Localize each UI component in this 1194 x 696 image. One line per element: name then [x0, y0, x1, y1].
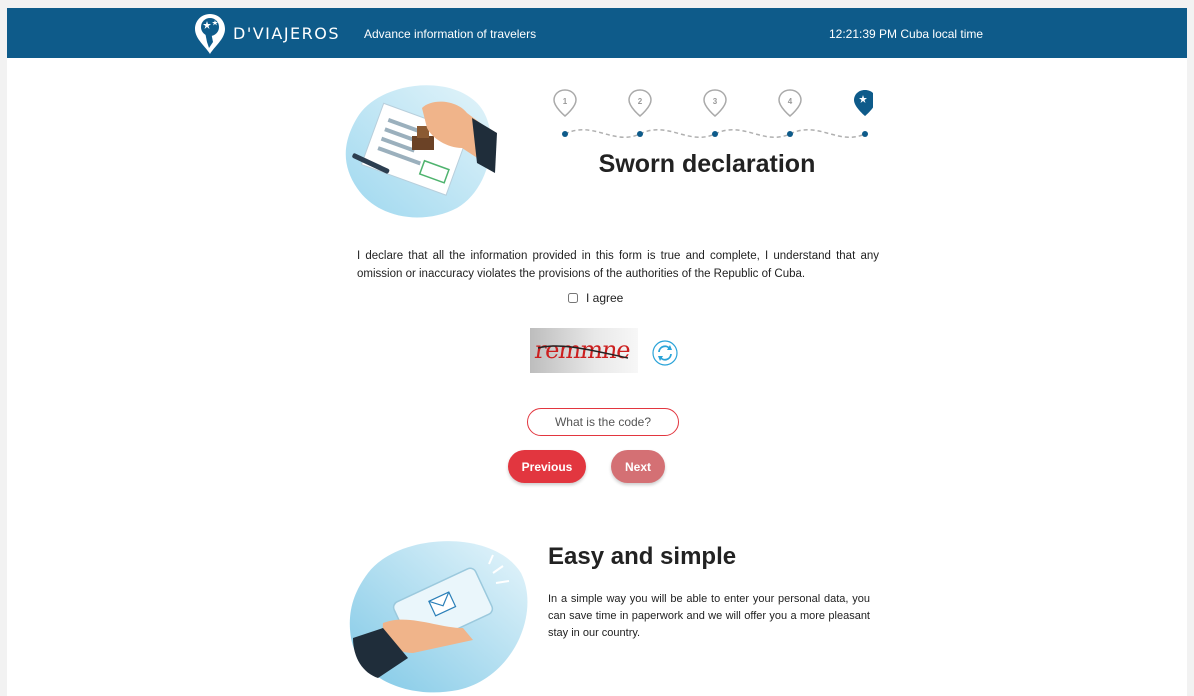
previous-button[interactable]: Previous [508, 450, 586, 483]
stamp-document-illustration [345, 85, 497, 218]
step-3-label: 3 [713, 97, 718, 106]
captcha-image: remmne [530, 328, 638, 373]
next-button[interactable]: Next [611, 450, 665, 483]
brand-name: D'VIAJEROS [233, 24, 341, 43]
captcha-code-input[interactable] [527, 408, 679, 436]
agree-checkbox-row[interactable]: I agree [568, 291, 623, 305]
step-1-label: 1 [563, 97, 568, 106]
agree-checkbox[interactable] [568, 293, 578, 303]
declaration-text: I declare that all the information provi… [357, 249, 879, 280]
page-title: Sworn declaration [598, 150, 816, 178]
page: D'VIAJEROS Advance information of travel… [7, 8, 1187, 696]
agree-label: I agree [586, 291, 624, 305]
captcha-text: remmne [533, 336, 632, 364]
top-header-bar: D'VIAJEROS Advance information of travel… [7, 8, 1187, 58]
step-2-label: 2 [638, 97, 643, 106]
traveler-star-icon [854, 90, 873, 137]
easy-section-title: Easy and simple [548, 543, 737, 570]
cuba-local-time-clock: 12:21:39 PM Cuba local time [829, 27, 984, 41]
header-tagline: Advance information of travelers [364, 27, 537, 41]
dviajeros-logo-icon[interactable] [193, 12, 227, 56]
easy-section-text: In a simple way you will be able to ente… [548, 593, 870, 639]
phone-in-hand-illustration [349, 541, 528, 693]
refresh-captcha-icon[interactable] [652, 340, 678, 366]
step-4-label: 4 [788, 97, 793, 106]
progress-stepper: 1 2 3 4 [553, 89, 873, 139]
